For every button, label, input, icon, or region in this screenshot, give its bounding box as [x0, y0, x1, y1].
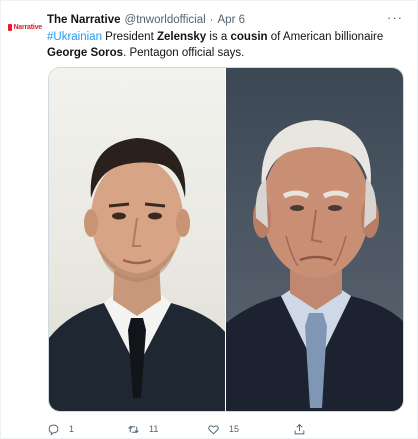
- tweet-card[interactable]: Narrative The Narrative @tnworldofficial…: [0, 0, 418, 439]
- reply-button[interactable]: 1: [47, 423, 127, 436]
- tweet-text-part: is a: [206, 31, 231, 43]
- separator: ·: [209, 14, 214, 26]
- tweet-actions: 1 11 15: [47, 421, 397, 437]
- retweet-button[interactable]: 11: [127, 423, 207, 436]
- display-name[interactable]: The Narrative: [47, 14, 121, 26]
- photo-right[interactable]: [225, 68, 403, 411]
- more-options-icon[interactable]: ···: [387, 10, 403, 25]
- tweet-date[interactable]: Apr 6: [218, 14, 246, 26]
- avatar-text: Narrative: [13, 23, 42, 31]
- tweet-text: #Ukrainian President Zelensky is a cousi…: [47, 29, 401, 61]
- like-button[interactable]: 15: [207, 423, 287, 436]
- tweet-text-bold: Zelensky: [156, 31, 207, 43]
- reply-icon: [48, 424, 59, 435]
- tweet-text-bold: cousin: [230, 31, 268, 43]
- retweet-count: 11: [149, 424, 159, 434]
- retweet-icon: [128, 425, 139, 433]
- photo-left[interactable]: [49, 68, 225, 411]
- user-handle[interactable]: @tnworldofficial: [125, 14, 206, 26]
- heart-icon: [208, 424, 219, 435]
- like-count: 15: [229, 424, 240, 434]
- tweet-text-part: . Pentagon official says.: [123, 47, 245, 59]
- narrative-logo-icon: [8, 23, 13, 31]
- tweet-header: The Narrative @tnworldofficial · Apr 6 ·…: [47, 10, 403, 28]
- tweet-text-part: of American billionaire: [267, 31, 384, 43]
- hashtag-link[interactable]: #Ukrainian: [47, 31, 102, 43]
- portrait-left-illustration: [49, 138, 225, 411]
- avatar[interactable]: Narrative: [8, 17, 42, 37]
- share-button[interactable]: [293, 423, 315, 436]
- reply-count: 1: [69, 424, 75, 434]
- tweet-media[interactable]: [48, 67, 404, 412]
- portrait-right-illustration: [226, 120, 403, 411]
- tweet-text-bold: George Soros: [47, 47, 124, 59]
- tweet-text-part: President: [101, 31, 157, 43]
- share-icon: [294, 423, 305, 434]
